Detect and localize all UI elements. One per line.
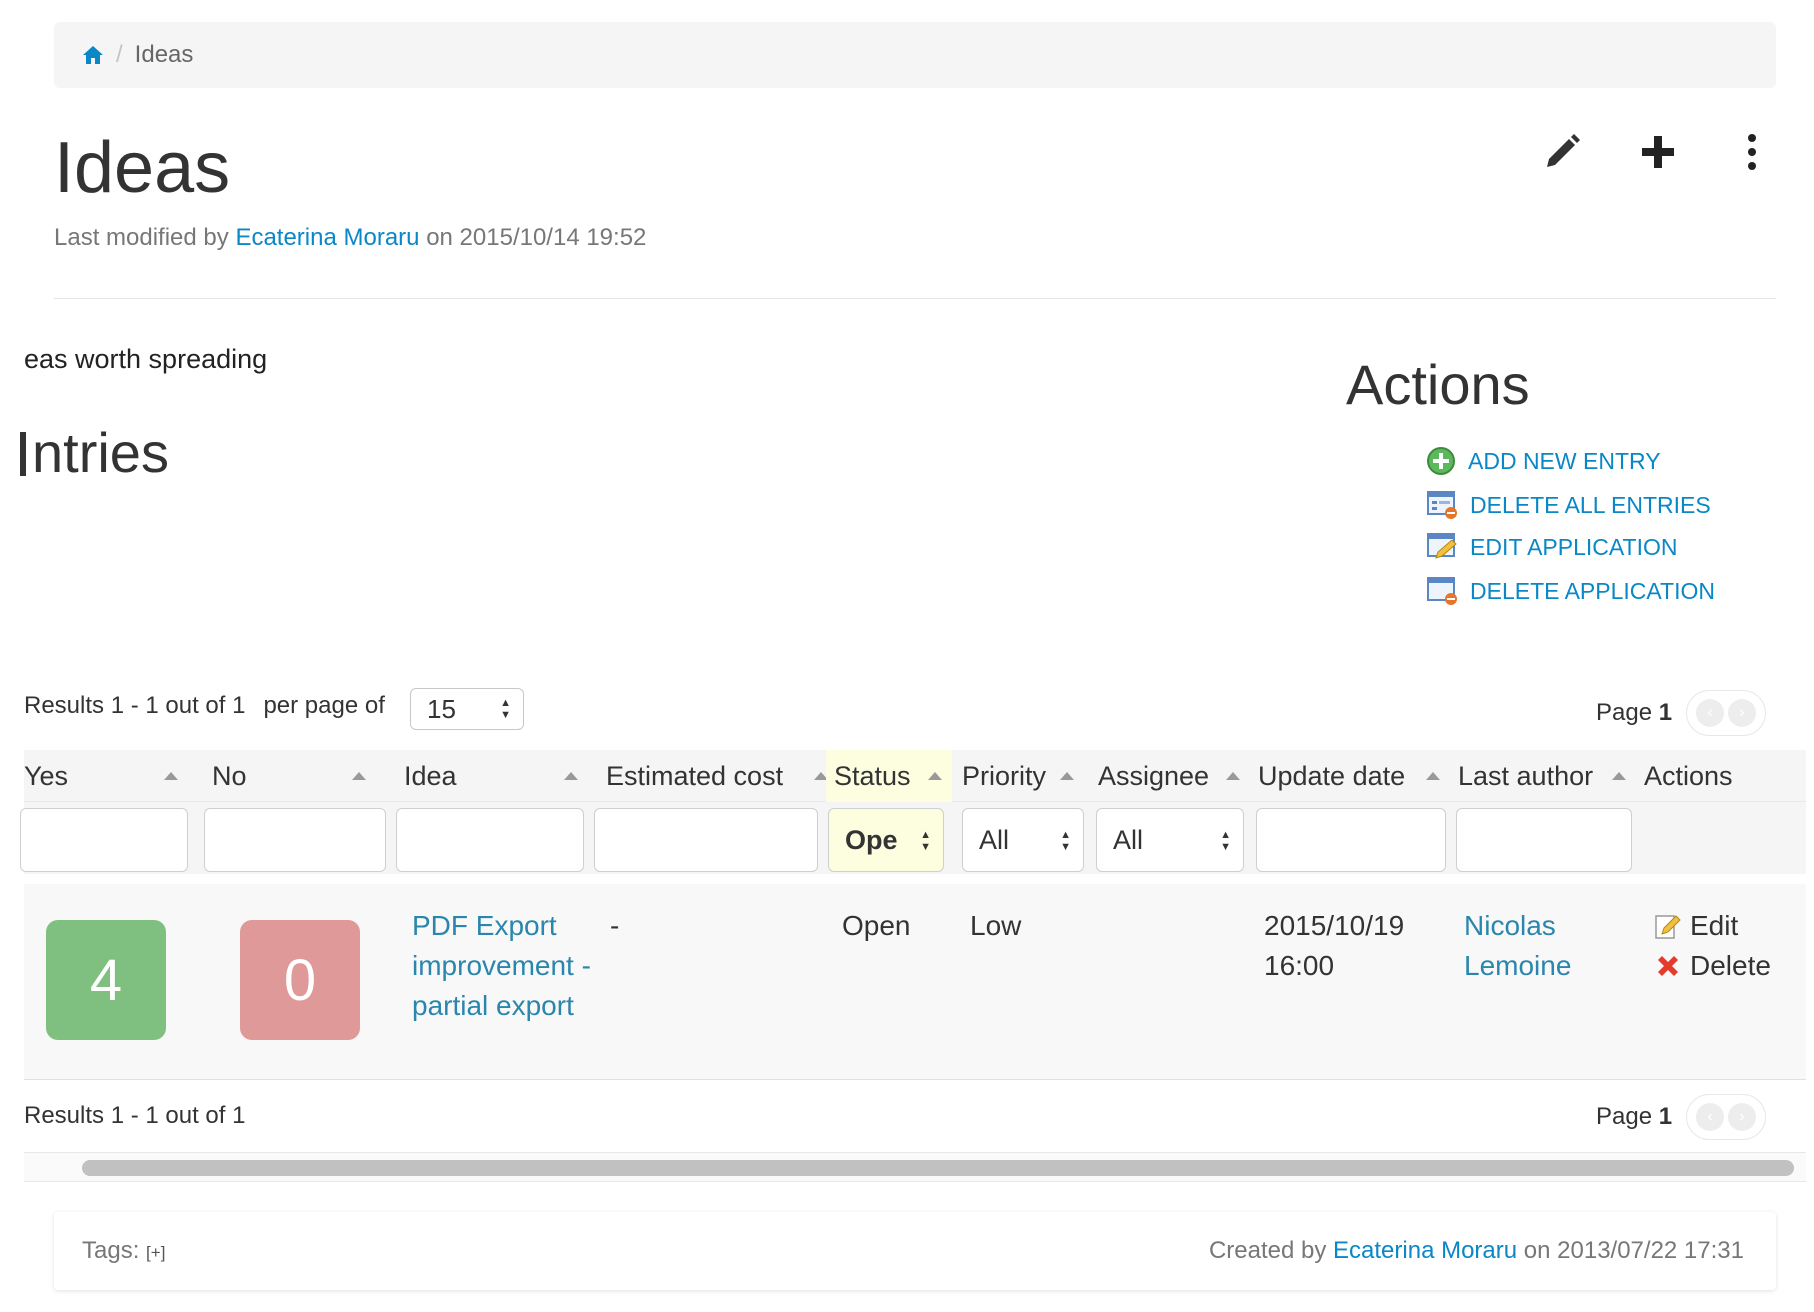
sort-icon	[1612, 772, 1626, 780]
app-description: eas worth spreading	[24, 344, 268, 374]
sort-icon	[164, 772, 178, 780]
modified-prefix: Last modified by	[54, 224, 229, 251]
column-header-update-date[interactable]: Update date	[1250, 750, 1450, 802]
scrollbar-thumb[interactable]	[82, 1160, 1794, 1176]
delete-entries-icon	[1426, 490, 1458, 520]
add-tag-button[interactable]: [+]	[146, 1243, 165, 1262]
filter-last-author-input[interactable]	[1456, 808, 1632, 872]
sort-icon	[1226, 772, 1240, 780]
add-plus-icon[interactable]	[1634, 128, 1682, 176]
column-header-actions: Actions	[1644, 760, 1733, 791]
filter-yes-input[interactable]	[20, 808, 188, 872]
column-header-assignee[interactable]: Assignee	[1090, 750, 1250, 802]
column-header-no[interactable]: No	[204, 750, 376, 802]
filter-cost-input[interactable]	[594, 808, 818, 872]
column-header-yes[interactable]: Yes	[16, 750, 188, 802]
add-icon	[1426, 446, 1456, 476]
modified-suffix: on 2015/10/14 19:52	[426, 224, 647, 251]
breadcrumb-separator: /	[116, 41, 123, 68]
filter-status-select[interactable]: Ope ▲ ▼	[828, 808, 944, 872]
title-divider	[54, 298, 1776, 299]
delete-app-icon	[1426, 576, 1458, 606]
sort-icon	[564, 772, 578, 780]
column-header-priority[interactable]: Priority	[954, 750, 1084, 802]
entries-heading: ntries	[20, 420, 169, 485]
column-header-idea[interactable]: Idea	[396, 750, 588, 802]
next-page-icon[interactable]: ›	[1728, 1103, 1757, 1131]
results-summary-top: Results 1 - 1 out of 1 per page of	[24, 692, 385, 719]
status-cell: Open	[842, 910, 911, 941]
pagination-bottom: Page 1 ‹ ›	[1596, 1094, 1767, 1140]
breadcrumb-current: Ideas	[134, 41, 194, 68]
breadcrumb: / Ideas	[54, 22, 1776, 88]
document-footer: Tags: [+] Created by Ecaterina Moraru on…	[54, 1212, 1776, 1290]
column-header-last-author[interactable]: Last author	[1450, 750, 1636, 802]
pager-nav-bottom[interactable]: ‹ ›	[1686, 1094, 1767, 1140]
sort-icon	[1060, 772, 1074, 780]
page-title: Ideas	[54, 128, 231, 208]
delete-all-entries-link[interactable]: DELETE ALL ENTRIES	[1426, 490, 1711, 520]
pager-nav-top[interactable]: ‹ ›	[1686, 690, 1767, 736]
filter-no-input[interactable]	[204, 808, 386, 872]
delete-application-link[interactable]: DELETE APPLICATION	[1426, 576, 1715, 606]
filter-assignee-select[interactable]: All ▲ ▼	[1096, 808, 1244, 872]
created-user-link[interactable]: Ecaterina Moraru	[1333, 1237, 1517, 1264]
edit-pencil-icon[interactable]	[1538, 128, 1586, 176]
no-vote-badge[interactable]: 0	[240, 920, 360, 1040]
edit-entry-button[interactable]: Edit	[1654, 906, 1738, 946]
priority-cell: Low	[970, 910, 1022, 941]
select-arrows-icon: ▲ ▼	[920, 829, 931, 853]
last-author-link[interactable]: Nicolas Lemoine	[1464, 906, 1604, 986]
select-arrows-icon: ▲ ▼	[1060, 829, 1071, 853]
next-page-icon[interactable]: ›	[1728, 699, 1757, 727]
estimated-cost-cell: -	[610, 910, 620, 941]
prev-page-icon[interactable]: ‹	[1696, 699, 1725, 727]
sort-icon	[352, 772, 366, 780]
edit-app-icon	[1426, 532, 1458, 562]
filter-update-date-input[interactable]	[1256, 808, 1446, 872]
actions-heading: Actions	[1346, 353, 1530, 416]
table-filter-row: Ope ▲ ▼ All ▲ ▼ All ▲ ▼	[20, 802, 1806, 874]
created-info: Created by Ecaterina Moraru on 2013/07/2…	[1208, 1237, 1744, 1264]
home-icon[interactable]	[82, 45, 104, 65]
select-arrows-icon: ▲ ▼	[1220, 829, 1231, 853]
per-page-select[interactable]: 15 ▲ ▼	[410, 688, 524, 730]
sort-icon	[928, 772, 942, 780]
column-header-estimated-cost[interactable]: Estimated cost	[598, 750, 838, 802]
more-menu-icon[interactable]	[1728, 128, 1776, 176]
pagination-top: Page 1 ‹ ›	[1596, 690, 1767, 736]
filter-priority-select[interactable]: All ▲ ▼	[962, 808, 1084, 872]
update-date-cell: 2015/10/19 16:00	[1264, 910, 1405, 981]
edit-pencil-icon	[1654, 912, 1682, 940]
select-arrows-icon: ▲ ▼	[500, 697, 511, 721]
modified-user-link[interactable]: Ecaterina Moraru	[235, 224, 419, 251]
delete-entry-button[interactable]: Delete	[1654, 946, 1771, 986]
yes-vote-badge[interactable]: 4	[46, 920, 166, 1040]
results-summary-bottom: Results 1 - 1 out of 1	[24, 1102, 246, 1129]
idea-title-link[interactable]: PDF Export improvement - partial export	[412, 906, 592, 1026]
add-new-entry-link[interactable]: ADD NEW ENTRY	[1426, 446, 1661, 476]
edit-application-link[interactable]: EDIT APPLICATION	[1426, 532, 1677, 562]
sort-icon	[1426, 772, 1440, 780]
per-page-label: per page of	[263, 692, 385, 719]
prev-page-icon[interactable]: ‹	[1696, 1103, 1725, 1131]
delete-x-icon	[1654, 952, 1682, 980]
last-modified-info: Last modified by Ecaterina Moraru on 201…	[54, 224, 646, 252]
tags-section: Tags: [+]	[82, 1237, 166, 1264]
table-header-row: Yes No Idea Estimated cost Status Priori…	[24, 750, 1806, 802]
column-header-status[interactable]: Status	[826, 750, 952, 802]
filter-idea-input[interactable]	[396, 808, 584, 872]
table-row: 4 0 PDF Export improvement - partial exp…	[24, 884, 1806, 1080]
